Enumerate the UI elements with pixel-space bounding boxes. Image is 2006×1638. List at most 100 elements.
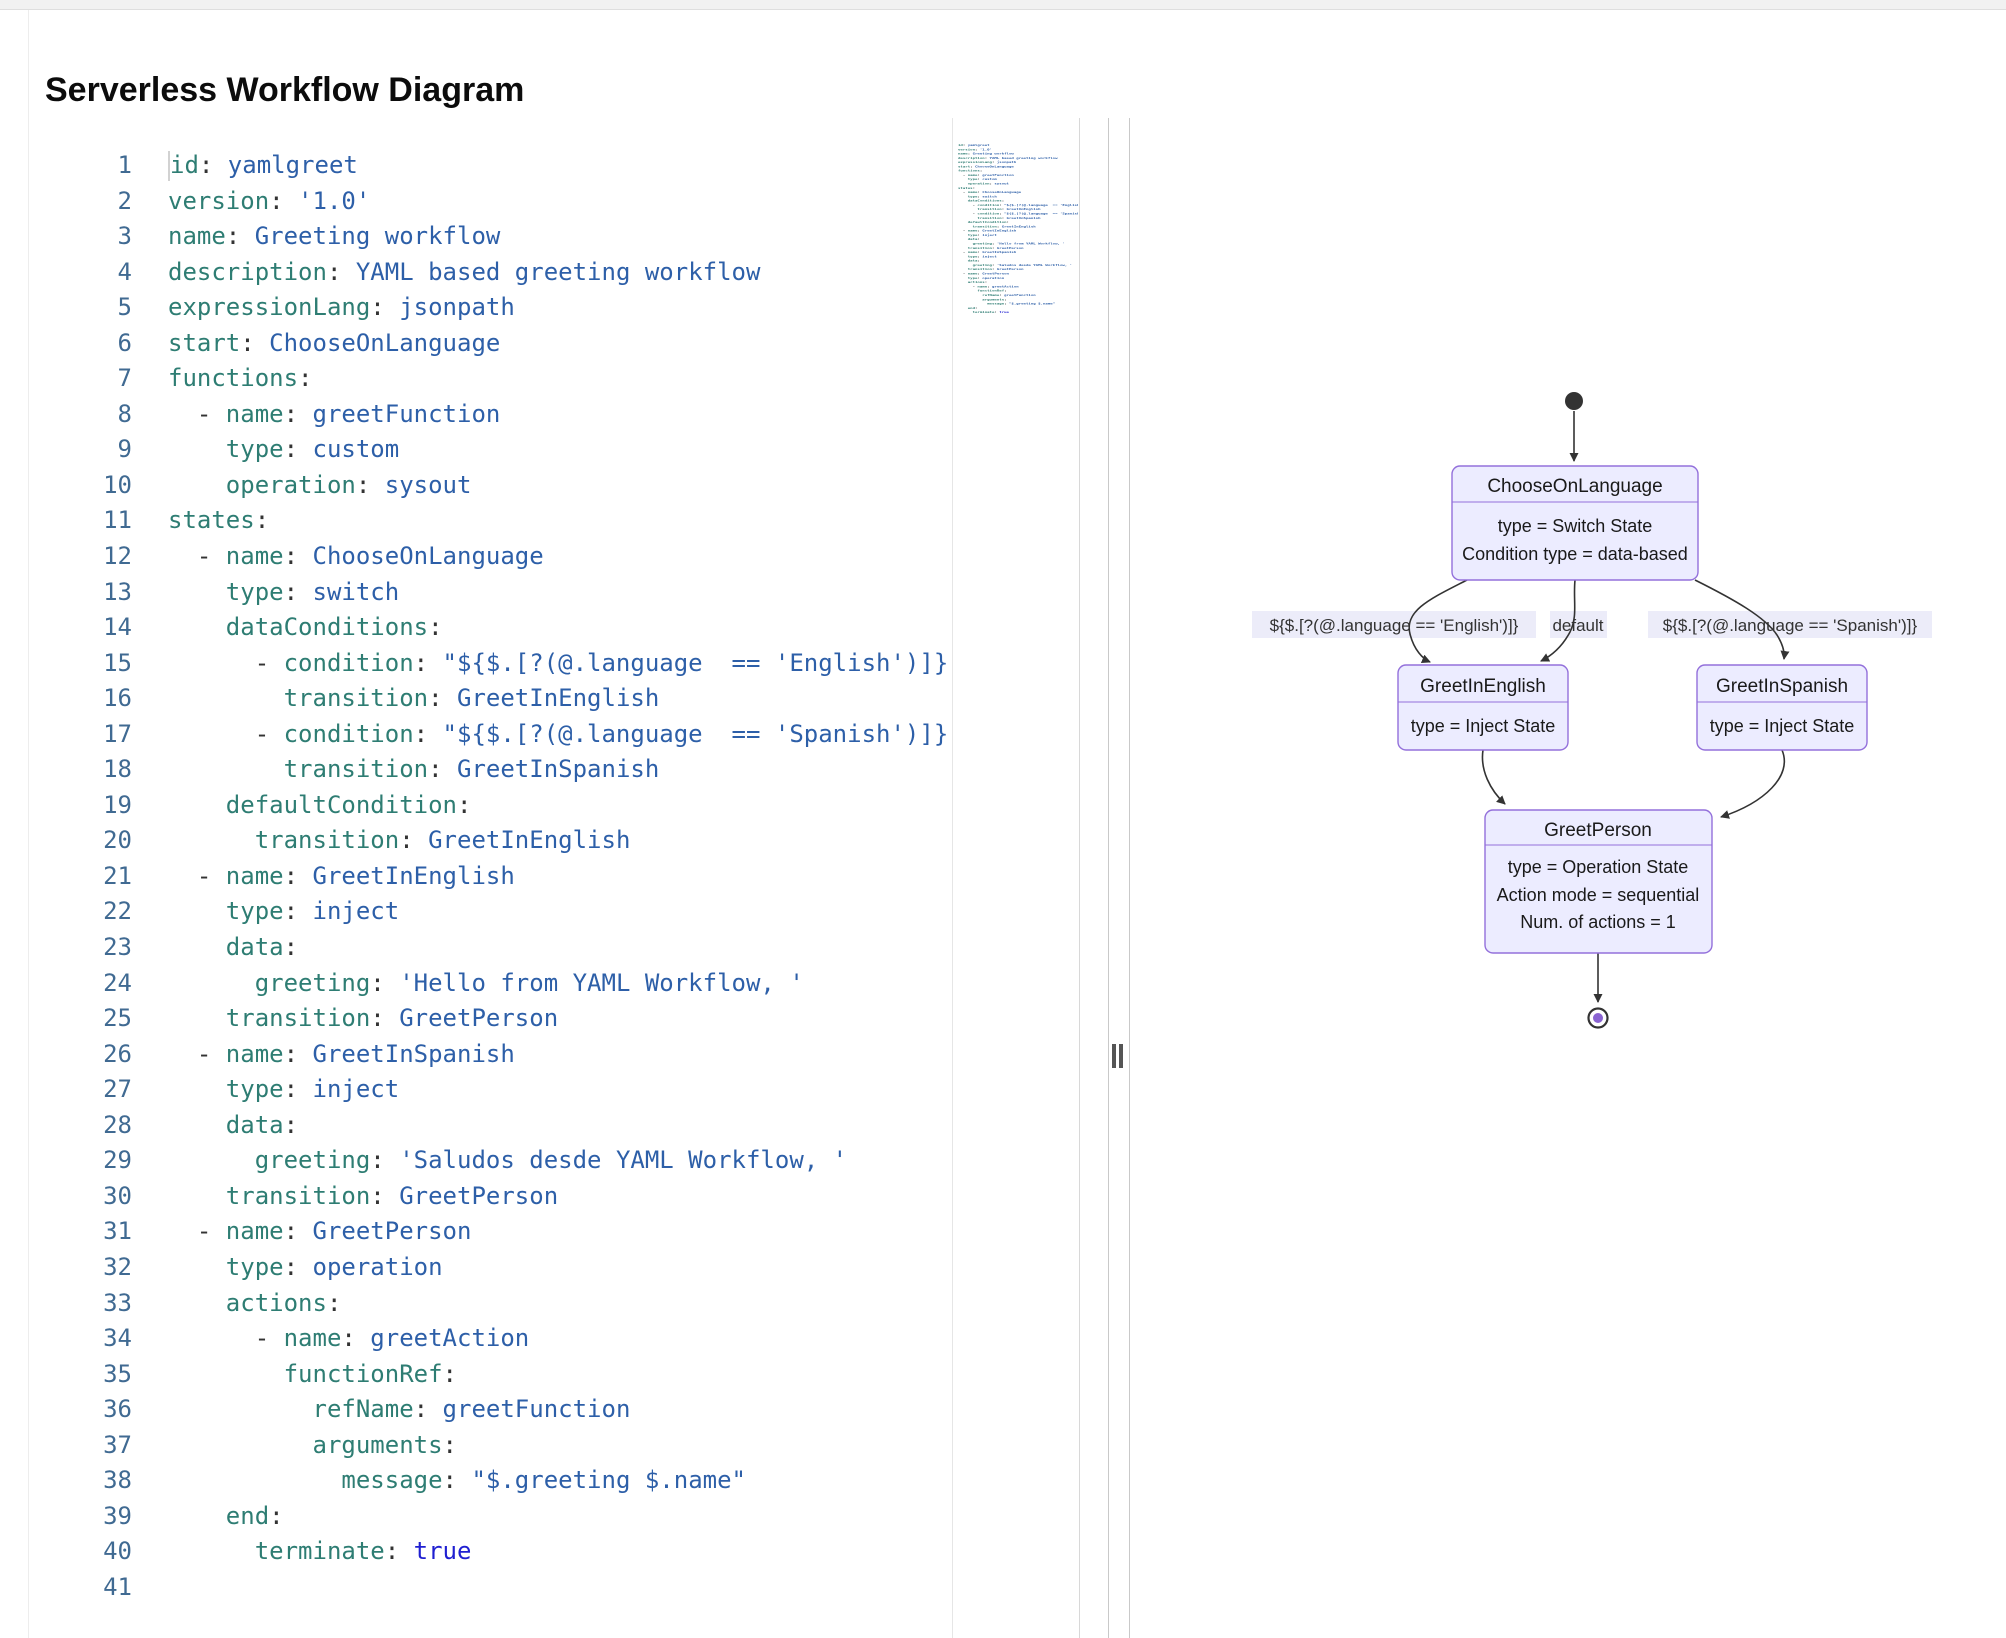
- minimap[interactable]: id: yamlgreet version: '1.0' name: Greetin…: [958, 143, 1078, 328]
- state-node-greet-person[interactable]: GreetPerson type = Operation State Actio…: [1484, 809, 1713, 954]
- code-token: :: [298, 364, 313, 393]
- code-line[interactable]: type: operation: [155, 1250, 950, 1286]
- code-line[interactable]: greeting: 'Saludos desde YAML Workflow, …: [155, 1143, 950, 1179]
- code-line[interactable]: data:: [155, 930, 950, 966]
- code-line[interactable]: functionRef:: [155, 1357, 950, 1393]
- code-token: condition: [977, 211, 1000, 216]
- code-line[interactable]: [155, 1570, 950, 1606]
- node-detail: Num. of actions = 1: [1520, 912, 1676, 932]
- code-line[interactable]: - name: greetFunction: [155, 397, 950, 433]
- code-token: -: [168, 1217, 226, 1246]
- code-token: :: [413, 648, 429, 677]
- code-line[interactable]: - name: GreetInSpanish: [155, 1037, 950, 1073]
- code-token: data: [967, 259, 978, 263]
- line-number: 40: [103, 1537, 132, 1566]
- code-line[interactable]: - name: greetAction: [155, 1321, 950, 1357]
- code-line[interactable]: transition: GreetInSpanish: [155, 752, 950, 788]
- code-line[interactable]: type: custom: [155, 432, 950, 468]
- state-node-choose-on-language[interactable]: ChooseOnLanguage type = Switch State Con…: [1451, 465, 1699, 581]
- code-token: :: [283, 861, 299, 890]
- code-line[interactable]: message: "$.greeting $.name": [155, 1463, 950, 1499]
- line-number: 37: [103, 1430, 132, 1459]
- yaml-code-editor[interactable]: id: yamlgreet version: '1.0' name: Greetin…: [155, 148, 950, 1618]
- state-node-greet-in-english[interactable]: GreetInEnglish type = Inject State: [1397, 664, 1569, 751]
- code-line[interactable]: transition: GreetInEnglish: [155, 681, 950, 717]
- line-number: 26: [103, 1039, 132, 1068]
- code-line[interactable]: defaultCondition:: [155, 788, 950, 824]
- code-token: dataConditions: [967, 199, 1002, 203]
- state-node-greet-in-spanish[interactable]: GreetInSpanish type = Inject State: [1696, 664, 1868, 751]
- code-token: 'Hello from YAML Workflow, ': [994, 241, 1065, 246]
- code-line[interactable]: - condition: "${$.[?(@.language == 'Span…: [155, 717, 950, 753]
- edge-label-english-condition: ${$.[?(@.language == 'English')]}: [1270, 616, 1519, 635]
- code-token: type: [967, 276, 978, 280]
- code-line[interactable]: id: yamlgreet: [155, 148, 950, 184]
- scrollbar-track-border[interactable]: [1079, 118, 1080, 1638]
- code-line[interactable]: transition: GreetPerson: [155, 1001, 950, 1037]
- code-token: GreetInEnglish: [413, 826, 631, 855]
- line-number: 2: [117, 186, 132, 215]
- code-line[interactable]: expressionLang: jsonpath: [155, 290, 950, 326]
- code-token: :: [1001, 199, 1005, 203]
- code-line[interactable]: description: YAML based greeting workflo…: [155, 255, 950, 291]
- pane-splitter[interactable]: [1109, 118, 1129, 1638]
- code-line[interactable]: arguments:: [155, 1428, 950, 1464]
- code-line[interactable]: - name: GreetInEnglish: [155, 859, 950, 895]
- code-token: :: [428, 613, 443, 642]
- code-token: type: [225, 897, 284, 926]
- code-line[interactable]: greeting: 'Hello from YAML Workflow, ': [155, 966, 950, 1002]
- line-number: 25: [103, 1004, 132, 1033]
- code-token: :: [442, 1466, 457, 1495]
- splitter-grip-icon[interactable]: [1112, 1044, 1116, 1068]
- code-token: GreetPerson: [384, 1181, 559, 1210]
- code-line[interactable]: dataConditions:: [155, 610, 950, 646]
- line-number: 10: [103, 470, 132, 499]
- splitter-grip-icon[interactable]: [1119, 1044, 1123, 1068]
- code-token: transition: [225, 1004, 371, 1033]
- code-token: :: [370, 1004, 385, 1033]
- code-token: -: [168, 861, 226, 890]
- code-token: sysout: [991, 181, 1009, 186]
- code-token: :: [413, 1395, 429, 1424]
- node-detail: type = Switch State: [1498, 516, 1653, 536]
- code-token: inject: [298, 897, 400, 926]
- line-number: 7: [117, 364, 132, 393]
- code-token: type: [225, 1252, 284, 1281]
- code-line[interactable]: data:: [155, 1108, 950, 1144]
- line-number: 17: [103, 719, 132, 748]
- code-line[interactable]: transition: GreetPerson: [155, 1179, 950, 1215]
- code-line[interactable]: refName: greetFunction: [155, 1392, 950, 1428]
- minimap-content: id: yamlgreet version: '1.0' name: Greetin…: [958, 143, 1078, 319]
- code-line[interactable]: - condition: "${$.[?(@.language == 'Engl…: [155, 646, 950, 682]
- code-token: end: [225, 1501, 270, 1530]
- code-line[interactable]: functions:: [155, 361, 950, 397]
- code-token: transition: [254, 826, 400, 855]
- code-token: :: [1004, 297, 1007, 301]
- code-line[interactable]: type: inject: [155, 894, 950, 930]
- code-token: -: [168, 719, 284, 748]
- code-line[interactable]: type: inject: [155, 1072, 950, 1108]
- code-line[interactable]: name: Greeting workflow: [155, 219, 950, 255]
- code-token: name: [958, 151, 968, 156]
- code-token: true: [996, 310, 1009, 314]
- code-line[interactable]: type: switch: [155, 575, 950, 611]
- code-line[interactable]: actions:: [155, 1286, 950, 1322]
- code-line[interactable]: - name: ChooseOnLanguage: [155, 539, 950, 575]
- code-line[interactable]: states:: [155, 503, 950, 539]
- code-token: -: [958, 173, 968, 177]
- code-line[interactable]: operation: sysout: [155, 468, 950, 504]
- code-line[interactable]: start: ChooseOnLanguage: [155, 326, 950, 362]
- code-line[interactable]: end:: [155, 1499, 950, 1535]
- code-line[interactable]: version: '1.0': [155, 184, 950, 220]
- code-line[interactable]: - name: GreetPerson: [155, 1214, 950, 1250]
- code-line[interactable]: transition: GreetInEnglish: [155, 823, 950, 859]
- code-line[interactable]: terminate: true: [155, 1534, 950, 1570]
